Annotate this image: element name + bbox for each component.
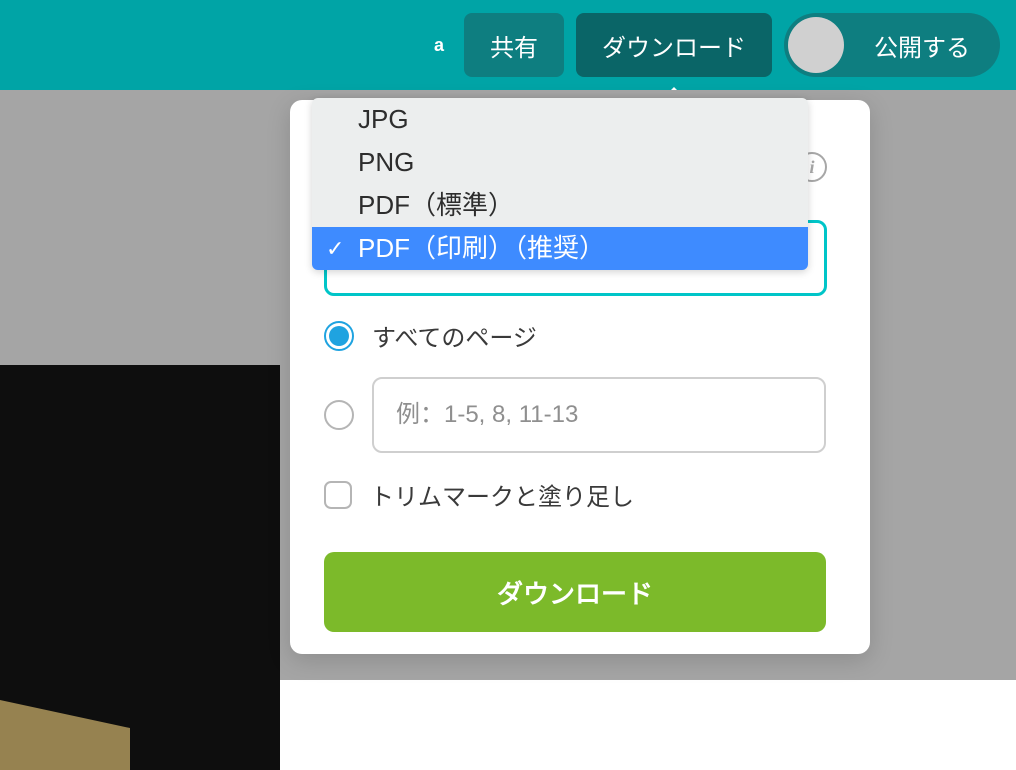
- dropdown-item-pdf-standard[interactable]: PDF（標準）: [312, 184, 808, 227]
- trim-marks-row: トリムマークと塗り足し: [324, 477, 826, 512]
- dropdown-item-label: JPG: [358, 104, 409, 134]
- dropdown-item-jpg[interactable]: JPG: [312, 98, 808, 141]
- dropdown-item-png[interactable]: PNG: [312, 141, 808, 184]
- avatar: [788, 17, 844, 73]
- radio-all-pages[interactable]: [324, 321, 354, 351]
- trim-marks-label: トリムマークと塗り足し: [370, 477, 634, 512]
- checkbox-trim-marks[interactable]: [324, 481, 352, 509]
- toolbar-prefix: a: [434, 35, 444, 56]
- toolbar: a 共有 ダウンロード 公開する: [0, 0, 1016, 90]
- dropdown-item-pdf-print[interactable]: PDF（印刷）（推奨）: [312, 227, 808, 270]
- download-popup: i JPG PNG PDF（標準） PDF（印刷）（推奨） すべてのページ トリ…: [290, 100, 870, 654]
- publish-label: 公開する: [874, 28, 970, 63]
- share-button[interactable]: 共有: [464, 13, 564, 77]
- all-pages-label: すべてのページ: [372, 318, 537, 353]
- download-button-label: ダウンロード: [497, 579, 653, 609]
- page-range-row: [324, 377, 826, 453]
- dropdown-item-label: PNG: [358, 147, 414, 177]
- all-pages-row: すべてのページ: [324, 318, 826, 353]
- download-tab-button[interactable]: ダウンロード: [576, 13, 772, 77]
- publish-button[interactable]: 公開する: [784, 13, 1000, 77]
- design-preview: [0, 365, 280, 770]
- page-range-input[interactable]: [372, 377, 826, 453]
- dropdown-item-label: PDF（印刷）（推奨）: [358, 233, 605, 263]
- dropdown-item-label: PDF（標準）: [358, 190, 514, 220]
- file-type-dropdown: JPG PNG PDF（標準） PDF（印刷）（推奨）: [312, 98, 808, 270]
- radio-page-range[interactable]: [324, 400, 354, 430]
- download-tab-label: ダウンロード: [602, 28, 746, 63]
- share-button-label: 共有: [490, 28, 538, 63]
- download-button[interactable]: ダウンロード: [324, 552, 826, 632]
- design-shape: [0, 700, 130, 770]
